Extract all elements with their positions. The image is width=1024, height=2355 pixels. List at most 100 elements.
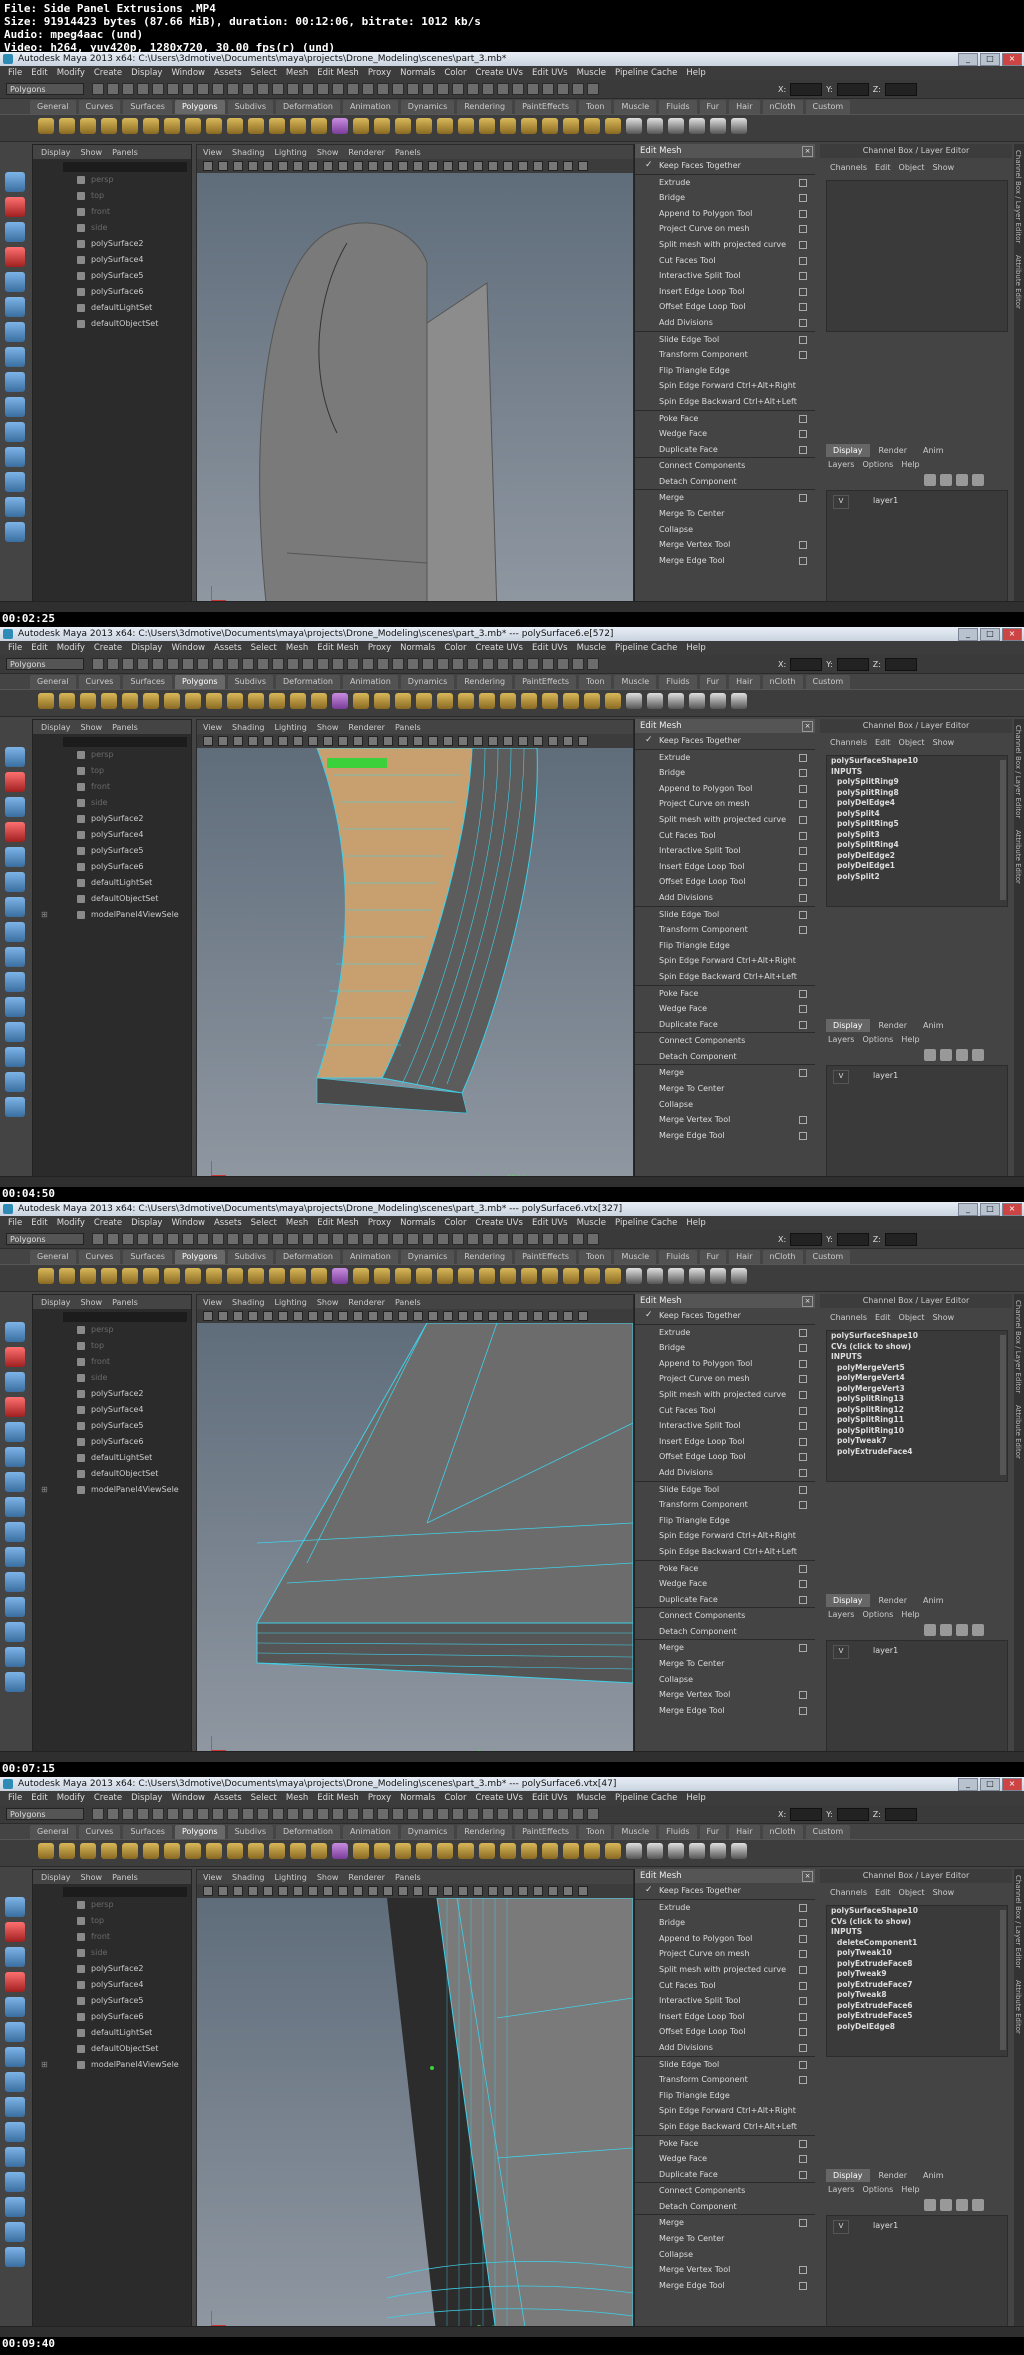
outliner-item[interactable]: front xyxy=(33,1354,191,1370)
layer-menu-item[interactable]: Options xyxy=(862,460,893,469)
edit-mesh-item[interactable]: Slide Edge Tool xyxy=(635,2055,815,2073)
perspective-viewport[interactable]: ViewShadingLightingShowRendererPanelsFro… xyxy=(196,1869,634,2337)
status-tool-icon[interactable] xyxy=(512,83,524,95)
viewport-scene[interactable] xyxy=(197,173,633,612)
shelf-tool-icon[interactable] xyxy=(647,1843,663,1859)
status-tool-icon[interactable] xyxy=(527,658,539,670)
viewport-tool-icon[interactable] xyxy=(323,1886,333,1896)
shelf-tab[interactable]: Toon xyxy=(579,100,612,114)
viewport-tool-icon[interactable] xyxy=(413,1886,423,1896)
edit-mesh-item[interactable]: Collapse xyxy=(635,2247,815,2263)
shelf-tab[interactable]: Deformation xyxy=(276,1825,340,1839)
status-tool-icon[interactable] xyxy=(197,83,209,95)
option-box-icon[interactable] xyxy=(799,769,807,778)
edit-mesh-item[interactable]: Flip Triangle Edge xyxy=(635,938,815,954)
edit-mesh-item[interactable]: Wedge Face xyxy=(635,1001,815,1017)
shelf-tool-icon[interactable] xyxy=(143,1843,159,1859)
viewport-tool-icon[interactable] xyxy=(203,1886,213,1896)
viewport-tool-icon[interactable] xyxy=(413,736,423,746)
shelf-tab[interactable]: Polygons xyxy=(174,100,225,114)
edit-mesh-item[interactable]: Project Curve on mesh xyxy=(635,1371,815,1387)
edit-mesh-item[interactable]: Add Divisions xyxy=(635,315,815,331)
shelf-tool-icon[interactable] xyxy=(395,1268,411,1284)
channel-menu-item[interactable]: Object xyxy=(899,1888,925,1897)
outliner-menu-item[interactable]: Panels xyxy=(112,1873,138,1882)
edit-mesh-item[interactable]: Project Curve on mesh xyxy=(635,796,815,812)
shelf-tab[interactable]: Hair xyxy=(729,100,760,114)
viewport-tool-icon[interactable] xyxy=(518,1886,528,1896)
option-box-icon[interactable] xyxy=(799,2060,807,2069)
option-box-icon[interactable] xyxy=(799,1595,807,1604)
status-tool-icon[interactable] xyxy=(407,83,419,95)
viewport-tool-icon[interactable] xyxy=(248,1886,258,1896)
channel-node[interactable]: polyExtrudeFace8 xyxy=(827,1959,1007,1970)
edit-mesh-item[interactable]: Detach Component xyxy=(635,1049,815,1065)
tool-icon[interactable] xyxy=(5,1347,25,1367)
tool-icon[interactable] xyxy=(5,922,25,942)
menu-item[interactable]: File xyxy=(8,1793,22,1803)
tool-icon[interactable] xyxy=(5,1622,25,1642)
status-tool-icon[interactable] xyxy=(587,658,599,670)
viewport-tool-icon[interactable] xyxy=(443,161,453,171)
menu-item[interactable]: Create xyxy=(94,68,122,78)
viewport-tool-icon[interactable] xyxy=(353,736,363,746)
viewport-tool-icon[interactable] xyxy=(293,161,303,171)
outliner-search-field[interactable] xyxy=(63,162,187,172)
option-box-icon[interactable] xyxy=(799,303,807,312)
status-tool-icon[interactable] xyxy=(122,83,134,95)
edit-mesh-item[interactable]: Spin Edge Backward Ctrl+Alt+Left xyxy=(635,1544,815,1560)
shelf-tool-icon[interactable] xyxy=(731,1268,747,1284)
shelf-tool-icon[interactable] xyxy=(185,118,201,134)
shelf-tab[interactable]: Custom xyxy=(805,1825,851,1839)
shelf-tab[interactable]: PaintEffects xyxy=(515,675,577,689)
viewport-tool-icon[interactable] xyxy=(248,736,258,746)
tool-icon[interactable] xyxy=(5,1322,25,1342)
shelf-tool-icon[interactable] xyxy=(290,1268,306,1284)
status-tool-icon[interactable] xyxy=(587,83,599,95)
status-tool-icon[interactable] xyxy=(467,658,479,670)
shelf-tab[interactable]: Fur xyxy=(699,675,727,689)
menu-item[interactable]: Help xyxy=(686,1218,705,1228)
shelf-tab[interactable]: Deformation xyxy=(276,100,340,114)
shelf-tab[interactable]: Polygons xyxy=(174,675,225,689)
status-tool-icon[interactable] xyxy=(527,1808,539,1820)
edit-mesh-item[interactable]: Merge Vertex Tool xyxy=(635,1112,815,1128)
status-tool-icon[interactable] xyxy=(212,1808,224,1820)
viewport-tool-icon[interactable] xyxy=(308,1311,318,1321)
status-tool-icon[interactable] xyxy=(557,1808,569,1820)
edit-mesh-item[interactable]: Interactive Split Tool xyxy=(635,268,815,284)
viewport-menu-item[interactable]: Show xyxy=(317,1298,339,1307)
shelf-tool-icon[interactable] xyxy=(500,1843,516,1859)
close-button[interactable]: × xyxy=(1002,628,1022,641)
shelf-tool-icon[interactable] xyxy=(563,1268,579,1284)
menu-item[interactable]: Modify xyxy=(57,68,85,78)
viewport-scene[interactable] xyxy=(197,748,633,1187)
shelf-tool-icon[interactable] xyxy=(395,693,411,709)
shelf-tool-icon[interactable] xyxy=(332,1843,348,1859)
tool-icon[interactable] xyxy=(5,822,25,842)
shelf-tool-icon[interactable] xyxy=(416,1843,432,1859)
edit-mesh-item[interactable]: Merge xyxy=(635,1064,815,1081)
status-tool-icon[interactable] xyxy=(557,83,569,95)
viewport-tool-icon[interactable] xyxy=(233,1886,243,1896)
option-box-icon[interactable] xyxy=(799,989,807,998)
shelf-tool-icon[interactable] xyxy=(731,693,747,709)
maximize-button[interactable]: □ xyxy=(980,53,1000,66)
shelf-tab[interactable]: Muscle xyxy=(614,1250,657,1264)
layer-tab[interactable]: Render xyxy=(871,1019,914,1032)
tool-icon[interactable] xyxy=(5,897,25,917)
edit-mesh-item[interactable]: Duplicate Face xyxy=(635,1592,815,1608)
edit-mesh-item[interactable]: Duplicate Face xyxy=(635,2167,815,2183)
status-tool-icon[interactable] xyxy=(212,658,224,670)
option-box-icon[interactable] xyxy=(799,1131,807,1140)
status-tool-icon[interactable] xyxy=(107,1808,119,1820)
viewport-tool-icon[interactable] xyxy=(218,1311,228,1321)
menu-item[interactable]: Pipeline Cache xyxy=(615,1218,677,1228)
option-box-icon[interactable] xyxy=(799,1485,807,1494)
channel-node[interactable]: polySplitRing9 xyxy=(827,777,1007,788)
option-box-icon[interactable] xyxy=(799,2012,807,2021)
channel-menu-item[interactable]: Show xyxy=(933,1888,955,1897)
edit-mesh-item[interactable]: Extrude xyxy=(635,1898,815,1916)
option-box-icon[interactable] xyxy=(799,926,807,935)
status-tool-icon[interactable] xyxy=(92,1233,104,1245)
